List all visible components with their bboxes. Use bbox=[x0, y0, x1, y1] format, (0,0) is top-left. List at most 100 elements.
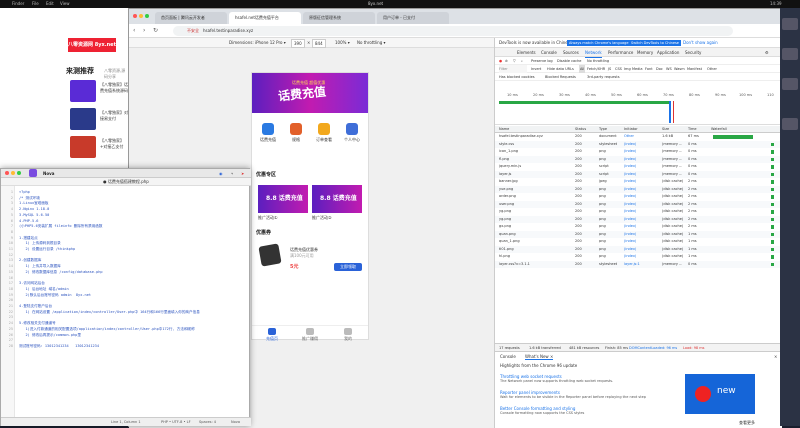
minimize-window-icon[interactable] bbox=[11, 171, 15, 175]
filter-wasm[interactable]: Wasm bbox=[674, 65, 685, 73]
table-row[interactable]: tl01.png 200 png (index) (disk cache) 1 ms bbox=[495, 245, 782, 253]
desktop-file-icon[interactable] bbox=[782, 48, 798, 60]
code-line[interactable]: 2) 修改后再提示/common.php里 bbox=[19, 333, 80, 338]
site-logo[interactable]: 八零资源网 8yx.net bbox=[68, 38, 116, 52]
git-icon[interactable]: ⑂ bbox=[231, 169, 233, 178]
record-icon[interactable]: ● bbox=[499, 57, 502, 65]
column-time[interactable]: Time bbox=[688, 126, 697, 133]
code-line[interactable]: 测试账号密码: 13012341234 13012341234 bbox=[19, 344, 99, 349]
table-row[interactable]: yg.png 200 png (index) (disk cache) 2 ms bbox=[495, 215, 782, 224]
tab-application[interactable]: Application bbox=[657, 48, 679, 57]
table-row[interactable]: fl.png 200 png (index) (memory ... 0 ms bbox=[495, 155, 782, 164]
close-drawer-icon[interactable]: × bbox=[774, 354, 777, 359]
table-row[interactable]: layer.js 200 script (index) (memory ... 0 ms bbox=[495, 170, 782, 179]
request-initiator[interactable]: (index) bbox=[624, 186, 636, 194]
table-row[interactable]: hl.png 200 png (index) (disk cache) 1 ms bbox=[495, 253, 782, 261]
quicknav-orders[interactable]: 订单查看 bbox=[314, 123, 334, 143]
forward-icon[interactable]: › bbox=[143, 27, 145, 34]
network-overview-timeline[interactable]: 10 ms 20 ms 30 ms 40 ms 50 ms 60 ms 70 m… bbox=[495, 91, 782, 125]
request-initiator[interactable]: (index) bbox=[624, 156, 636, 164]
zoom-select[interactable]: 100% ▾ bbox=[335, 38, 350, 48]
filter-input[interactable]: Filter bbox=[499, 65, 527, 73]
code-line[interactable]: 2.创建数据库 bbox=[19, 258, 41, 263]
table-row[interactable]: banner.jpg 200 jpeg (index) (disk cache) 2 ms bbox=[495, 178, 782, 186]
table-row[interactable]: style.css 200 stylesheet (index) (memory ...… bbox=[495, 140, 782, 149]
code-line[interactable]: /* 测试环境 bbox=[19, 196, 40, 201]
maximize-window-icon[interactable] bbox=[17, 171, 21, 175]
code-line[interactable]: 3.MySQL 5.6.50 bbox=[19, 213, 49, 217]
table-row[interactable]: hsafel.testinparadise.xyz 200 document Othe… bbox=[495, 133, 782, 141]
list-item[interactable]: 【八零独家】话费充值系统源码 bbox=[70, 80, 128, 104]
hide-data-urls-checkbox[interactable]: Hide data URLs bbox=[547, 65, 574, 73]
maximize-window-icon[interactable] bbox=[145, 14, 149, 18]
desktop-file-icon[interactable] bbox=[782, 18, 798, 30]
request-initiator[interactable]: (index) bbox=[624, 208, 636, 216]
url-input[interactable]: 不安全 hsafel.testinparadise.xyz bbox=[173, 26, 733, 36]
table-row[interactable]: yg.png 200 png (index) (disk cache) 2 ms bbox=[495, 208, 782, 216]
blocked-cookies-checkbox[interactable]: Has blocked cookies bbox=[499, 73, 535, 81]
promo-card[interactable]: 8.8 话费充值 bbox=[258, 185, 308, 213]
news-item[interactable]: Throttling web socket requests The Networ… bbox=[500, 374, 680, 383]
match-language-button[interactable]: Always match Chrome's language bbox=[567, 40, 631, 46]
switch-chinese-button[interactable]: Switch DevTools to Chinese bbox=[629, 40, 681, 46]
filter-doc[interactable]: Doc bbox=[656, 65, 663, 73]
code-area[interactable]: <?php /* 测试环境 1.Linux宝塔面板 2.Nginx 1.18.0 3.M… bbox=[1, 186, 251, 417]
invert-checkbox[interactable]: Invert bbox=[531, 65, 541, 73]
column-waterfall[interactable]: Waterfall bbox=[711, 126, 727, 133]
request-initiator[interactable]: (index) bbox=[624, 163, 636, 171]
drawer-tab-whats-new[interactable]: What's New × bbox=[525, 354, 554, 360]
reload-icon[interactable]: ↻ bbox=[153, 27, 158, 34]
table-row[interactable]: order.png 200 png (index) (disk cache) 2 ms bbox=[495, 193, 782, 201]
code-line[interactable]: 2.Nginx 1.18.0 bbox=[19, 207, 49, 211]
tab-security[interactable]: Security bbox=[685, 48, 701, 57]
code-line[interactable]: 4.PHP-5.6 bbox=[19, 219, 38, 223]
code-line[interactable]: 1)进入付款通道的相关配置选项/application/index/contro… bbox=[19, 327, 194, 332]
request-initiator[interactable]: (index) bbox=[624, 171, 636, 179]
dont-show-link[interactable]: Don't show again bbox=[683, 38, 718, 48]
nav-recharge[interactable]: 充值页 bbox=[260, 328, 284, 342]
minimize-window-icon[interactable] bbox=[139, 14, 143, 18]
list-item[interactable]: 【八零独家】对接易支付 bbox=[70, 108, 128, 132]
code-line[interactable]: <?php bbox=[19, 190, 30, 194]
request-initiator[interactable]: (index) bbox=[624, 216, 636, 224]
menu-item-view[interactable]: View bbox=[60, 0, 70, 8]
filter-manifest[interactable]: Manifest bbox=[687, 65, 702, 73]
tab-console[interactable]: Console bbox=[541, 48, 557, 57]
throttle-select[interactable]: No throttling ▾ bbox=[357, 38, 386, 48]
table-row[interactable]: quan_1.png 200 png (index) (disk cache) 1 ms bbox=[495, 238, 782, 246]
filter-xhr[interactable]: Fetch/XHR bbox=[587, 65, 605, 73]
browser-tab-active[interactable]: hsafel.net话费充值平台 bbox=[229, 12, 301, 24]
preview-icon[interactable]: ◉ bbox=[219, 169, 223, 178]
code-line[interactable]: (小PHP5.6安装扩展 fileinfo 删除所有禁用函数 bbox=[19, 224, 103, 229]
code-line[interactable]: 1.Linux宝塔面板 bbox=[19, 201, 49, 206]
drawer-tab-console[interactable]: Console bbox=[500, 354, 516, 359]
browser-tab[interactable]: 用户订单 - 已支付 bbox=[377, 12, 449, 24]
device-select[interactable]: Dimensions: iPhone 12 Pro ▾ bbox=[229, 38, 286, 48]
width-input[interactable]: 390 bbox=[291, 39, 305, 48]
table-row[interactable]: quan.png 200 png (index) (disk cache) 1 ms bbox=[495, 230, 782, 238]
promo-card[interactable]: 8.8 话费充值 bbox=[312, 185, 362, 213]
column-initiator[interactable]: Initiator bbox=[624, 126, 638, 133]
code-line[interactable]: 1) 上传源码到根目录 bbox=[19, 241, 60, 246]
tab-memory[interactable]: Memory bbox=[637, 48, 653, 57]
table-row[interactable]: user.png 200 png (index) (disk cache) 2 ms bbox=[495, 200, 782, 208]
filter-icon[interactable]: ▽ bbox=[513, 57, 516, 65]
code-line[interactable]: 2) 修改数据库信息 /config/database.php bbox=[19, 270, 102, 275]
table-row[interactable]: gx.png 200 png (index) (disk cache) 2 ms bbox=[495, 223, 782, 231]
whats-new-video[interactable]: new bbox=[685, 374, 755, 414]
nav-mine[interactable]: 我的 bbox=[336, 328, 360, 342]
code-line[interactable]: 1) 后台地址 域名/admin bbox=[19, 287, 68, 292]
back-icon[interactable]: ‹ bbox=[133, 27, 135, 34]
close-window-icon[interactable] bbox=[133, 14, 137, 18]
preserve-log-checkbox[interactable]: Preserve log bbox=[531, 57, 553, 65]
news-item[interactable]: Reporter panel improvements Wait for elem… bbox=[500, 390, 680, 399]
request-initiator[interactable]: Other bbox=[624, 133, 634, 141]
desktop-file-icon[interactable] bbox=[782, 78, 798, 90]
menu-item-finder[interactable]: Finder bbox=[12, 0, 24, 8]
request-initiator[interactable]: (index) bbox=[624, 141, 636, 149]
filter-all[interactable]: All bbox=[579, 65, 586, 73]
clear-icon[interactable]: ⊘ bbox=[505, 57, 508, 65]
list-item[interactable]: 【八零独家】+对接乙支付 bbox=[70, 136, 128, 160]
desktop-file-icon[interactable] bbox=[782, 118, 798, 130]
request-initiator[interactable]: (index) bbox=[624, 253, 636, 261]
